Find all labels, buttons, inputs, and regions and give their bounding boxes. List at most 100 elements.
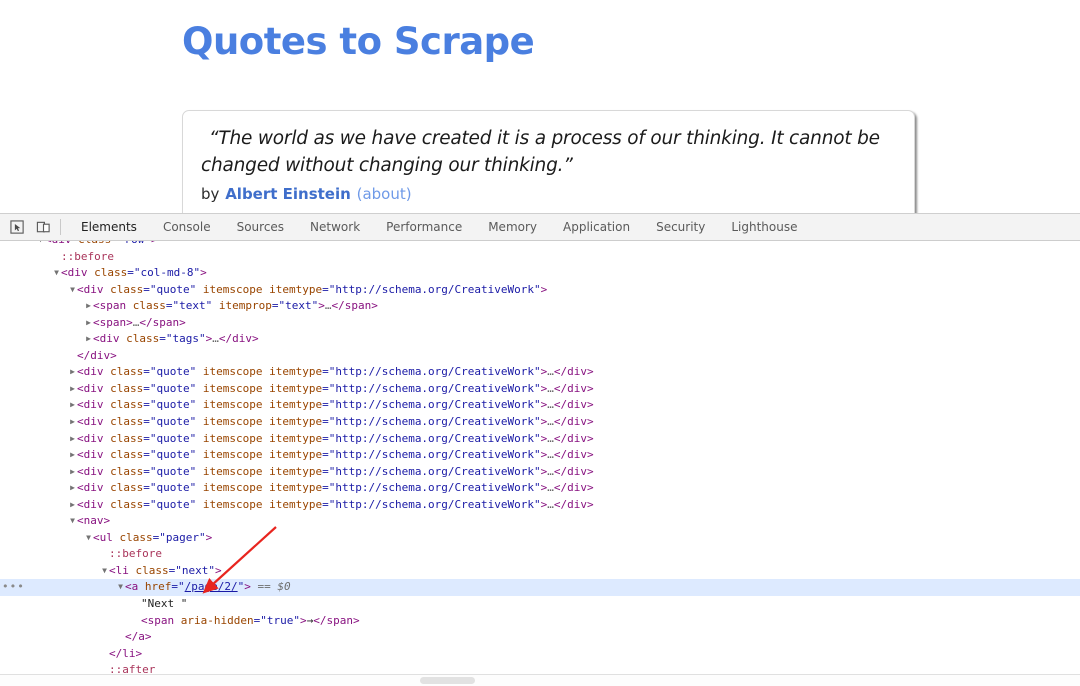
tab-security[interactable]: Security (643, 214, 718, 240)
dom-tree[interactable]: <div class="row">::before<div class="col… (0, 241, 1080, 685)
dom-row[interactable]: </div> (0, 348, 1080, 365)
dom-collapsed-ellipsis[interactable]: … (547, 481, 554, 494)
dom-collapsed-ellipsis[interactable]: … (547, 398, 554, 411)
dom-row[interactable]: </a> (0, 629, 1080, 646)
dom-attr-name: itemscope (203, 382, 263, 395)
dom-row[interactable]: <div class="quote" itemscope itemtype="h… (0, 497, 1080, 514)
dom-twisty[interactable] (116, 579, 125, 596)
dom-row[interactable]: <div class="quote" itemscope itemtype="h… (0, 414, 1080, 431)
dom-tag-open: <a (125, 580, 138, 593)
dom-collapsed-ellipsis[interactable]: … (212, 332, 219, 345)
dom-tag-close: </div> (554, 448, 594, 461)
dom-row[interactable]: <div class="quote" itemscope itemtype="h… (0, 364, 1080, 381)
dom-collapsed-ellipsis[interactable]: … (547, 432, 554, 445)
tab-network[interactable]: Network (297, 214, 373, 240)
dom-row[interactable]: <div class="row"> (0, 241, 1080, 249)
dom-collapsed-ellipsis[interactable]: … (547, 415, 554, 428)
dom-attr-name: class (110, 283, 143, 296)
dom-tag-close: </span> (313, 614, 359, 627)
dom-attr-value: text (179, 299, 206, 312)
dom-row[interactable]: <div class="quote" itemscope itemtype="h… (0, 480, 1080, 497)
dom-attr-name: aria-hidden (181, 614, 254, 627)
dom-twisty[interactable] (68, 464, 77, 481)
tab-performance[interactable]: Performance (373, 214, 475, 240)
dom-row[interactable]: <div class="quote" itemscope itemtype="h… (0, 464, 1080, 481)
dom-twisty[interactable] (68, 431, 77, 448)
device-toolbar-icon[interactable] (30, 215, 56, 239)
devtools-panel: Elements Console Sources Network Perform… (0, 213, 1080, 686)
dom-attr-link[interactable]: /page/2/ (185, 580, 238, 593)
dom-attr-name: itemprop (219, 299, 272, 312)
dom-twisty[interactable] (68, 480, 77, 497)
dom-row[interactable]: "Next " (0, 596, 1080, 613)
about-link[interactable]: (about) (357, 185, 412, 203)
dom-twisty[interactable] (84, 530, 93, 547)
tab-elements[interactable]: Elements (68, 214, 150, 240)
dom-twisty[interactable] (68, 513, 77, 530)
dom-row[interactable]: <ul class="pager"> (0, 530, 1080, 547)
dom-twisty[interactable] (68, 282, 77, 299)
dom-attr-name: itemtype (269, 432, 322, 445)
dom-twisty[interactable] (68, 414, 77, 431)
dom-twisty[interactable] (68, 381, 77, 398)
tab-memory[interactable]: Memory (475, 214, 550, 240)
dom-twisty[interactable] (84, 298, 93, 315)
dom-close-tag: </div> (77, 349, 117, 362)
dom-row[interactable]: <span class="text" itemprop="text">…</sp… (0, 298, 1080, 315)
devtools-horizontal-scrollbar[interactable] (0, 675, 1080, 686)
dom-row[interactable]: ::before (0, 249, 1080, 266)
dom-attr-name: class (78, 241, 111, 246)
devtools-tabs: Elements Console Sources Network Perform… (68, 214, 811, 240)
dom-twisty[interactable] (100, 563, 109, 580)
dom-collapsed-ellipsis[interactable]: … (547, 365, 554, 378)
dom-attr-name: class (110, 365, 143, 378)
dom-attr-name: itemtype (269, 382, 322, 395)
dom-twisty[interactable] (68, 397, 77, 414)
dom-attr-value: row (125, 241, 145, 246)
dom-collapsed-ellipsis[interactable]: … (547, 382, 554, 395)
scrollbar-thumb[interactable] (420, 677, 475, 684)
dom-tag-close: </div> (554, 382, 594, 395)
dom-attr-name: itemscope (203, 415, 263, 428)
dom-row[interactable]: <li class="next"> (0, 563, 1080, 580)
tab-application[interactable]: Application (550, 214, 643, 240)
dom-attr-name: itemtype (269, 415, 322, 428)
dom-row[interactable]: <nav> (0, 513, 1080, 530)
dom-row[interactable]: <div class="quote" itemscope itemtype="h… (0, 397, 1080, 414)
dom-attr-value: quote (157, 448, 190, 461)
tab-lighthouse[interactable]: Lighthouse (718, 214, 810, 240)
dom-row[interactable]: <span aria-hidden="true">→</span> (0, 613, 1080, 630)
dom-twisty[interactable] (68, 364, 77, 381)
dom-row[interactable]: <span>…</span> (0, 315, 1080, 332)
dom-row[interactable]: </li> (0, 646, 1080, 663)
dom-row[interactable]: ::before (0, 546, 1080, 563)
dom-row[interactable]: <div class="quote" itemscope itemtype="h… (0, 381, 1080, 398)
dom-tag-open: <div (77, 498, 104, 511)
quote-text: “The world as we have created it is a pr… (201, 125, 896, 179)
dom-attr-name: class (120, 531, 153, 544)
dom-collapsed-ellipsis[interactable]: … (547, 465, 554, 478)
dom-attr-value: tags (173, 332, 200, 345)
inspect-element-icon[interactable] (4, 215, 30, 239)
dom-attr-value: http://schema.org/CreativeWork (335, 432, 534, 445)
dom-twisty[interactable] (84, 315, 93, 332)
dom-tag-open: <li (109, 564, 129, 577)
dom-twisty[interactable] (84, 331, 93, 348)
tab-sources[interactable]: Sources (224, 214, 297, 240)
dom-row[interactable]: <div class="col-md-8"> (0, 265, 1080, 282)
dom-collapsed-ellipsis[interactable]: … (547, 498, 554, 511)
dom-row[interactable]: <div class="quote" itemscope itemtype="h… (0, 431, 1080, 448)
dom-twisty[interactable] (68, 497, 77, 514)
dom-twisty[interactable] (36, 241, 45, 249)
tab-console[interactable]: Console (150, 214, 224, 240)
dom-attr-name: itemtype (269, 283, 322, 296)
dom-row[interactable]: <div class="tags">…</div> (0, 331, 1080, 348)
dom-pseudo-element: ::before (109, 547, 162, 560)
dom-row[interactable]: <div class="quote" itemscope itemtype="h… (0, 447, 1080, 464)
dom-twisty[interactable] (52, 265, 61, 282)
dom-row[interactable]: <div class="quote" itemscope itemtype="h… (0, 282, 1080, 299)
dom-row-selected[interactable]: •••<a href="/page/2/"> == $0 (0, 579, 1080, 596)
dom-collapsed-ellipsis[interactable]: … (547, 448, 554, 461)
dom-twisty[interactable] (68, 447, 77, 464)
quote-author: Albert Einstein (224, 185, 352, 203)
